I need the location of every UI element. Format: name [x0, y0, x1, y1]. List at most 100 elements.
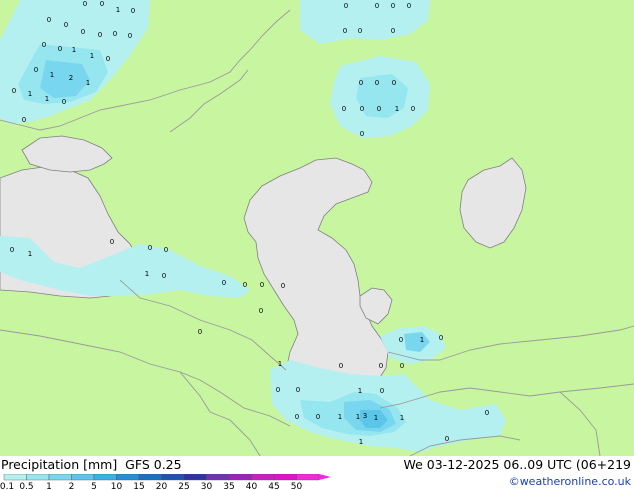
legend-swatch	[116, 474, 140, 481]
precip-value-label: 0	[380, 387, 384, 395]
precip-value-label: 1	[420, 336, 424, 344]
model-name: GFS 0.25	[125, 457, 182, 472]
legend-label: 20	[156, 482, 168, 490]
legend-label: 40	[246, 482, 258, 490]
precip-value-label: 0	[62, 98, 66, 106]
precip-value-label: 0	[391, 27, 395, 35]
precip-value-label: 0	[148, 244, 152, 252]
precip-value-label: 1	[28, 250, 32, 258]
legend-label: 2	[69, 482, 75, 490]
precip-value-label: 0	[83, 0, 87, 8]
precip-value-label: 0	[360, 130, 364, 138]
precip-value-label: 0	[100, 0, 104, 8]
precip-value-label: 0	[164, 246, 168, 254]
precip-value-label: 0	[162, 272, 166, 280]
legend-label: 0.1	[0, 482, 14, 490]
precip-value-label: 0	[58, 45, 62, 53]
legend-label: 50	[291, 482, 303, 490]
legend-label: 15	[133, 482, 144, 490]
precip-value-label: 0	[42, 41, 46, 49]
legend-label: 5	[91, 482, 97, 490]
credit-link[interactable]: ©weatheronline.co.uk	[509, 475, 631, 488]
legend-label: 25	[178, 482, 189, 490]
precip-value-label: 0	[128, 32, 132, 40]
precip-value-label: 0	[198, 328, 202, 336]
legend-label: 45	[268, 482, 279, 490]
precip-value-label: 0	[316, 413, 320, 421]
precip-value-label: 1	[72, 46, 76, 54]
precip-value-label: 0	[113, 30, 117, 38]
precip-value-label: 0	[222, 279, 226, 287]
precip-value-label: 0	[98, 31, 102, 39]
precip-value-label: 0	[296, 386, 300, 394]
precip-value-label: 0	[359, 79, 363, 87]
precip-value-label: 0	[375, 79, 379, 87]
precip-value-label: 0	[47, 16, 51, 24]
precip-value-label: 1	[356, 413, 360, 421]
precip-value-label: 0	[439, 334, 443, 342]
legend-swatch	[138, 474, 162, 481]
precip-value-label: 0	[295, 413, 299, 421]
precip-value-label: 1	[400, 414, 404, 422]
precip-value-label: 0	[377, 105, 381, 113]
bottom-bar: Precipitation [mm] GFS 0.25 We 03-12-202…	[0, 456, 634, 490]
precip-value-label: 0	[344, 2, 348, 10]
precip-value-label: 1	[45, 95, 49, 103]
legend-swatch	[71, 474, 95, 481]
precip-value-label: 0	[392, 79, 396, 87]
precip-value-label: 1	[145, 270, 149, 278]
precip-value-label: 1	[28, 90, 32, 98]
precip-value-label: 1	[358, 387, 362, 395]
precip-value-label: 0	[360, 105, 364, 113]
precip-value-label: 3	[363, 412, 367, 420]
legend-swatch	[26, 474, 50, 481]
precip-value-label: 1	[359, 438, 363, 446]
precip-color-legend: 0.1 0.5 1 2 5 10 15 20 25 30 35 40 45 50	[0, 474, 330, 490]
precip-value-label: 0	[358, 27, 362, 35]
map-title: Precipitation [mm] GFS 0.25	[1, 457, 182, 472]
precip-value-label: 0	[260, 281, 264, 289]
precip-value-label: 0	[276, 386, 280, 394]
legend-swatch	[273, 474, 297, 481]
precip-value-label: 1	[116, 6, 120, 14]
precip-value-label: 0	[81, 28, 85, 36]
precip-value-label: 0	[131, 7, 135, 15]
precip-value-label: 1	[374, 414, 378, 422]
forecast-datetime: We 03-12-2025 06..09 UTC (06+219	[403, 457, 631, 472]
precip-value-label: 0	[375, 2, 379, 10]
legend-swatch	[93, 474, 117, 481]
legend-label: 10	[111, 482, 123, 490]
precip-value-label: 0	[10, 246, 14, 254]
precip-value-label: 0	[379, 362, 383, 370]
legend-label: 35	[223, 482, 234, 490]
legend-swatch	[161, 474, 185, 481]
precip-value-label: 0	[445, 435, 449, 443]
precip-value-label: 0	[391, 2, 395, 10]
legend-swatch	[3, 474, 27, 481]
precip-value-label: 0	[400, 362, 404, 370]
precip-value-label: 0	[64, 21, 68, 29]
legend-swatch	[251, 474, 275, 481]
map: 0 1 0 0 0 0 0 0 0 0 0 0 1 1 0 0 1 2 1 0 1 1 0 0 0 0 0 0 0 0 0 0 0 0 0 0 0 1 0 0…	[0, 0, 634, 456]
precip-value-label: 0	[411, 105, 415, 113]
precip-value-label: 0	[343, 27, 347, 35]
legend-label: 30	[201, 482, 213, 490]
precip-value-label: 0	[407, 2, 411, 10]
precip-value-label: 0	[243, 281, 247, 289]
legend-swatch	[206, 474, 230, 481]
legend-label: 0.5	[19, 482, 33, 490]
precip-value-label: 0	[110, 238, 114, 246]
precip-value-label: 1	[86, 79, 90, 87]
legend-swatch	[228, 474, 252, 481]
legend-label: 1	[46, 482, 52, 490]
precip-value-label: 1	[395, 105, 399, 113]
legend-swatch	[183, 474, 207, 481]
precip-value-label: 1	[90, 52, 94, 60]
precip-value-label: 1	[338, 413, 342, 421]
precip-value-label: 0	[106, 55, 110, 63]
title-label: Precipitation [mm]	[1, 457, 118, 472]
legend-swatch	[48, 474, 72, 481]
precip-value-label: 2	[69, 74, 73, 82]
precip-value-label: 1	[50, 71, 54, 79]
precip-value-label: 0	[339, 362, 343, 370]
